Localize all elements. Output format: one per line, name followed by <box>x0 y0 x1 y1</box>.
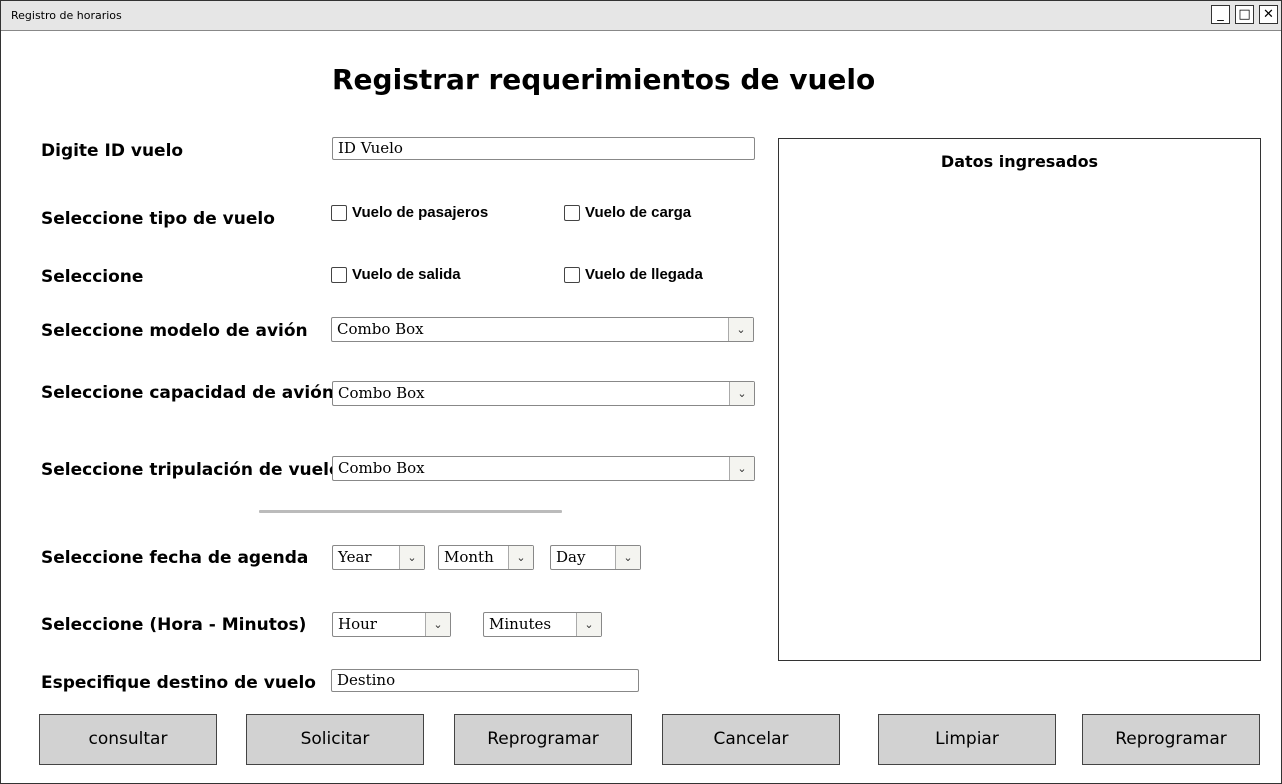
minutes-select[interactable]: Minutes ⌄ <box>483 612 602 637</box>
cancel-button[interactable]: Cancelar <box>662 714 840 765</box>
combobox-value: Combo Box <box>337 320 424 338</box>
chevron-down-icon[interactable]: ⌄ <box>729 457 754 480</box>
chevron-down-icon[interactable]: ⌄ <box>425 613 450 636</box>
day-select[interactable]: Day ⌄ <box>550 545 641 570</box>
schedule-date-label: Seleccione fecha de agenda <box>41 548 309 568</box>
separator <box>259 510 562 513</box>
chevron-down-icon[interactable]: ⌄ <box>576 613 601 636</box>
aircraft-capacity-combobox[interactable]: Combo Box ⌄ <box>332 381 755 406</box>
checkbox-label: Vuelo de salida <box>352 266 461 283</box>
select-value: Minutes <box>489 615 552 633</box>
aircraft-capacity-label: Seleccione capacidad de avión <box>41 383 334 403</box>
maximize-button[interactable]: □ <box>1235 5 1254 24</box>
crew-combobox[interactable]: Combo Box ⌄ <box>332 456 755 481</box>
schedule-time-label: Seleccione (Hora - Minutos) <box>41 615 307 635</box>
checkbox-box[interactable] <box>564 266 580 283</box>
combobox-value: Combo Box <box>338 459 425 477</box>
flight-type-label: Seleccione tipo de vuelo <box>41 209 275 229</box>
title-bar: Registro de horarios _ □ ✕ <box>1 1 1281 31</box>
departure-flight-checkbox[interactable]: Vuelo de salida <box>331 266 461 283</box>
hour-select[interactable]: Hour ⌄ <box>332 612 451 637</box>
destination-label: Especifique destino de vuelo <box>41 673 316 693</box>
chevron-down-icon[interactable]: ⌄ <box>729 382 754 405</box>
flight-id-input[interactable]: ID Vuelo <box>332 137 755 160</box>
close-button[interactable]: ✕ <box>1259 5 1278 24</box>
chevron-down-icon[interactable]: ⌄ <box>728 318 753 341</box>
aircraft-model-combobox[interactable]: Combo Box ⌄ <box>331 317 754 342</box>
checkbox-label: Vuelo de pasajeros <box>352 204 489 221</box>
checkbox-label: Vuelo de carga <box>585 204 692 221</box>
request-button[interactable]: Solicitar <box>246 714 424 765</box>
flight-id-label: Digite ID vuelo <box>41 141 184 161</box>
chevron-down-icon[interactable]: ⌄ <box>508 546 533 569</box>
panel-title: Datos ingresados <box>940 152 1099 171</box>
month-select[interactable]: Month ⌄ <box>438 545 534 570</box>
destination-input[interactable]: Destino <box>331 669 639 692</box>
select-value: Hour <box>338 615 377 633</box>
reschedule-button[interactable]: Reprogramar <box>454 714 632 765</box>
passenger-flight-checkbox[interactable]: Vuelo de pasajeros <box>331 204 488 221</box>
checkbox-box[interactable] <box>331 204 347 221</box>
chevron-down-icon[interactable]: ⌄ <box>399 546 424 569</box>
select-value: Year <box>338 548 372 566</box>
select-value: Month <box>444 548 494 566</box>
page-title: Registrar requerimientos de vuelo <box>332 63 876 96</box>
combobox-value: Combo Box <box>338 384 425 402</box>
clear-button[interactable]: Limpiar <box>878 714 1056 765</box>
window-title: Registro de horarios <box>11 9 122 22</box>
year-select[interactable]: Year ⌄ <box>332 545 425 570</box>
app-window: Registro de horarios _ □ ✕ Registrar req… <box>0 0 1282 784</box>
arrival-flight-checkbox[interactable]: Vuelo de llegada <box>564 266 703 283</box>
checkbox-box[interactable] <box>331 266 347 283</box>
aircraft-model-label: Seleccione modelo de avión <box>41 321 308 341</box>
checkbox-box[interactable] <box>564 204 580 221</box>
select-value: Day <box>556 548 586 566</box>
reschedule-button-2[interactable]: Reprogramar <box>1082 714 1260 765</box>
crew-label: Seleccione tripulación de vuelo <box>41 460 341 480</box>
chevron-down-icon[interactable]: ⌄ <box>615 546 640 569</box>
cargo-flight-checkbox[interactable]: Vuelo de carga <box>564 204 691 221</box>
consult-button[interactable]: consultar <box>39 714 217 765</box>
checkbox-label: Vuelo de llegada <box>585 266 703 283</box>
entered-data-panel: Datos ingresados <box>778 138 1261 661</box>
direction-label: Seleccione <box>41 267 144 287</box>
minimize-button[interactable]: _ <box>1211 5 1230 24</box>
